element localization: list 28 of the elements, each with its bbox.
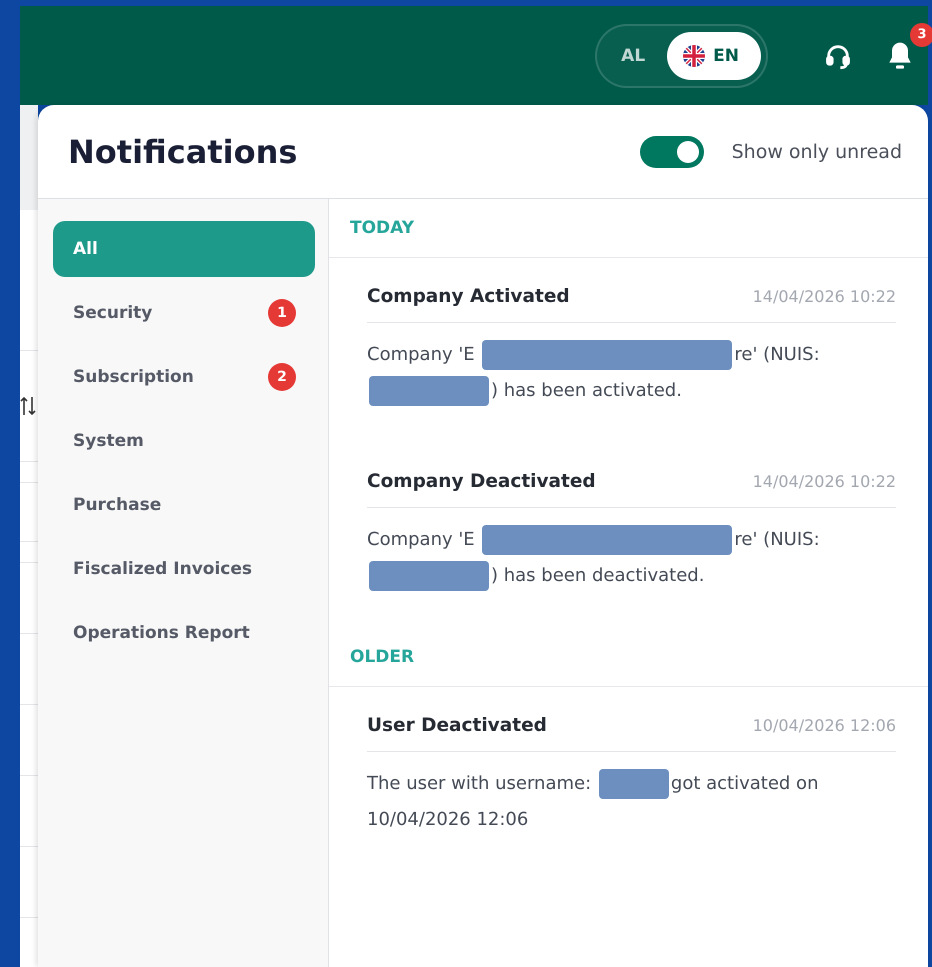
toggle-label: Show only unread [732,140,902,162]
section-heading: OLDER [329,628,928,687]
language-option[interactable]: AL [621,32,646,80]
category-item[interactable]: Operations Report [53,605,315,661]
category-item[interactable]: Purchase [53,477,315,533]
category-item[interactable]: All [53,221,315,277]
message-text: Company 'E re' (NUIS: ) has been deactivated. [367,522,896,602]
notification-time: 14/04/2026 10:22 [752,472,896,491]
category-item[interactable]: Fiscalized Invoices [53,541,315,597]
category-item[interactable]: Security 1 [53,285,315,341]
notification-time: 14/04/2026 10:22 [752,287,896,306]
notification-count-badge: 3 [910,22,932,46]
category-item[interactable]: System [53,413,315,469]
message-text: Company 'E re' (NUIS: ) has been activated. [367,337,896,417]
category-item[interactable]: Subscription 2 [53,349,315,405]
count-badge: 2 [268,363,296,391]
count-badge: 1 [268,299,296,327]
message-text: The user with username: got activated on 10/04/2026 12:06 [367,766,896,846]
unread-toggle[interactable] [640,136,704,168]
language-option[interactable]: EN [667,32,761,80]
notification-title: Company Deactivated [367,471,596,492]
notification-title: Company Activated [367,286,570,307]
notification-time: 10/04/2026 12:06 [752,716,896,735]
notification-title: User Deactivated [367,715,547,736]
sort-icon [20,395,36,417]
redaction-mark [598,769,669,800]
panel-title: Notifications [68,132,298,170]
section-heading: TODAY [329,199,928,258]
